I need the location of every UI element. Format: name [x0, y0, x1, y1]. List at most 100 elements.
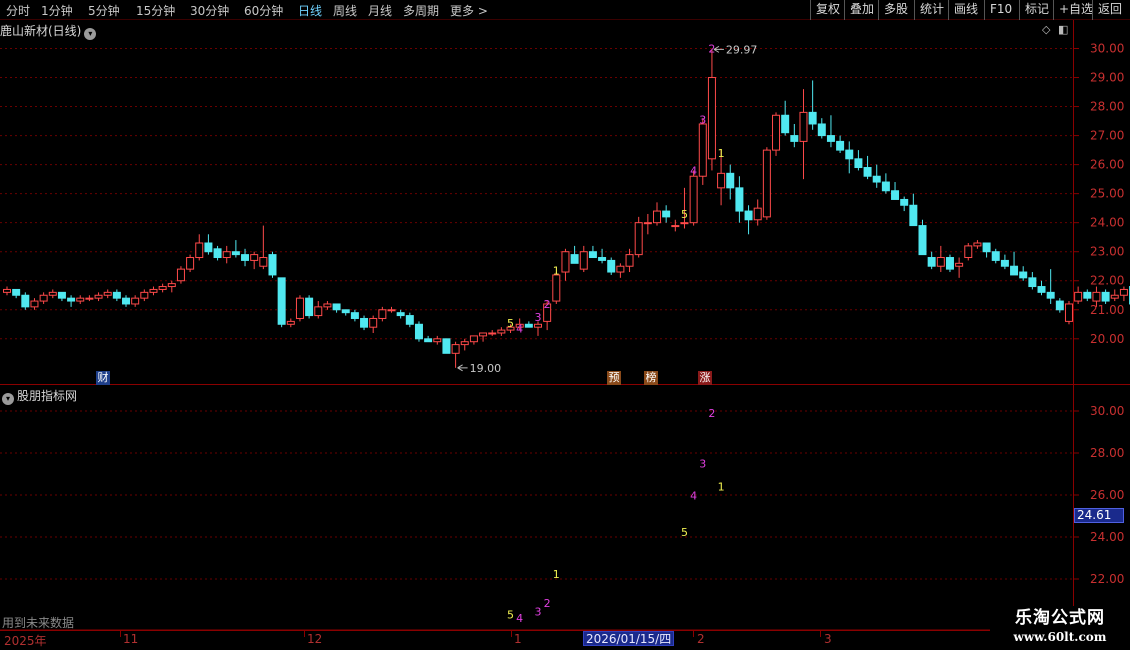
candle-body	[12, 288, 21, 296]
candle-body	[479, 332, 488, 337]
candle	[616, 263, 625, 278]
candle-body	[424, 338, 433, 343]
candle	[167, 280, 176, 293]
candle	[12, 288, 21, 299]
candle-body	[21, 294, 30, 308]
candle	[250, 251, 259, 270]
candle-body	[817, 123, 826, 137]
candle-body	[94, 294, 103, 299]
candle	[85, 295, 94, 302]
candle	[1110, 289, 1119, 302]
price-tick-label: 25.00	[1090, 187, 1124, 201]
date-tick	[304, 631, 305, 637]
wave-marker: 5	[681, 208, 688, 221]
candle-body	[1055, 300, 1064, 311]
candle	[955, 257, 964, 278]
candle-body	[442, 338, 451, 354]
candle-body	[607, 259, 616, 273]
date-tick	[511, 631, 512, 637]
candle-body	[918, 225, 927, 256]
wave-marker: 4	[690, 164, 697, 177]
candle-body	[735, 187, 744, 212]
candle-body	[469, 335, 478, 343]
candle-body	[753, 207, 762, 221]
price-tick-label: 26.00	[1090, 158, 1124, 172]
candle	[195, 234, 204, 261]
candle-body	[570, 254, 579, 264]
candle	[625, 248, 634, 273]
candle	[799, 89, 808, 180]
candle-body	[497, 329, 506, 334]
indicator-tick-label: 24.00	[1090, 530, 1124, 544]
candle-body	[836, 140, 845, 151]
indicator-marker: 5	[681, 526, 688, 539]
candle-body	[973, 242, 982, 247]
price-tick-label: 21.00	[1090, 303, 1124, 317]
candle-body	[1037, 286, 1046, 293]
date-axis: 2025年 11 12 1 2026/01/15/四 2 3	[0, 630, 1073, 650]
indicator-marker: 1	[718, 481, 725, 494]
candle	[918, 219, 927, 256]
candle	[305, 295, 314, 319]
event-badge-finance[interactable]: 财	[96, 371, 110, 385]
candle-body	[524, 323, 533, 328]
candle-body	[1000, 259, 1009, 267]
candle	[442, 338, 451, 354]
event-badge-forecast[interactable]: 预	[607, 371, 621, 385]
candle-body	[158, 286, 167, 290]
candle-body	[451, 344, 460, 354]
candle-body	[1101, 291, 1110, 302]
candle	[186, 254, 195, 273]
candle	[231, 240, 240, 258]
candle	[744, 205, 753, 235]
candle	[982, 242, 991, 258]
candle	[396, 309, 405, 319]
date-label-feb: 2	[697, 632, 705, 646]
candle-body	[790, 135, 799, 142]
candle-body	[872, 175, 881, 183]
indicator-marker: 4	[516, 612, 523, 625]
candle-body	[891, 190, 900, 200]
candle	[826, 115, 835, 148]
candle-body	[460, 341, 469, 346]
date-tick	[693, 631, 694, 637]
indicator-marker: 1	[553, 568, 560, 581]
candle-body	[653, 210, 662, 224]
kline-chart[interactable]: 5 4321543215 4 32154321 30.0029.0028.0027.0…	[0, 0, 1130, 650]
candle	[1028, 272, 1037, 290]
candle-body	[799, 111, 808, 142]
candle-body	[744, 210, 753, 221]
candle-body	[222, 251, 231, 259]
indicator-marker: 3	[534, 606, 541, 619]
candle-body	[314, 306, 323, 317]
event-badge-limit-up[interactable]: 涨	[698, 371, 712, 385]
candle	[414, 321, 423, 342]
candle	[1019, 266, 1028, 281]
candle	[341, 309, 350, 316]
candle-body	[726, 172, 735, 189]
candle-body	[808, 111, 817, 125]
candle	[131, 295, 140, 307]
candle	[836, 135, 845, 154]
candle	[653, 202, 662, 226]
event-badge-list[interactable]: 榜	[644, 371, 658, 385]
candle-body	[598, 257, 607, 261]
candle-body	[112, 291, 121, 299]
candle-body	[30, 300, 39, 308]
cursor-value-label: 24.61	[1074, 508, 1124, 523]
candle	[76, 295, 85, 304]
candle	[991, 248, 1000, 264]
candle	[854, 150, 863, 171]
price-tick-label: 28.00	[1090, 100, 1124, 114]
candle	[488, 330, 497, 336]
candle	[817, 118, 826, 139]
candle-body	[48, 291, 57, 296]
candle-body	[268, 254, 277, 276]
candle	[158, 283, 167, 293]
candle	[1064, 301, 1073, 325]
candle-body	[991, 251, 1000, 261]
indicator-marker: 4	[690, 489, 697, 502]
candle	[332, 303, 341, 313]
price-tick-label: 30.00	[1090, 42, 1124, 56]
candle	[39, 292, 48, 304]
